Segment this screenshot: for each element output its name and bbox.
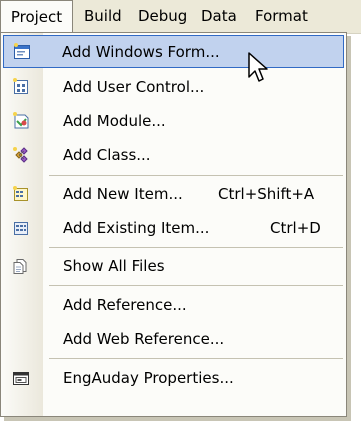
menu-item-label: Add Reference... bbox=[63, 296, 187, 314]
menu-item-show-all-files[interactable]: Show All Files bbox=[3, 250, 344, 283]
menu-item-add-windows-form[interactable]: Add Windows Form... bbox=[3, 35, 344, 68]
menu-item-add-web-reference[interactable]: Add Web Reference... bbox=[3, 323, 344, 356]
menu-item-add-existing-item[interactable]: Add Existing Item... Ctrl+D bbox=[3, 212, 344, 245]
module-icon bbox=[12, 112, 30, 130]
menu-item-add-reference[interactable]: Add Reference... bbox=[3, 289, 344, 322]
menu-build[interactable]: Build bbox=[84, 0, 122, 33]
menu-separator bbox=[49, 358, 343, 359]
menu-separator bbox=[49, 247, 343, 248]
menu-item-add-module[interactable]: Add Module... bbox=[3, 105, 344, 138]
menu-item-label: Add Class... bbox=[63, 146, 151, 164]
windows-form-icon bbox=[13, 43, 31, 61]
menu-item-add-new-item[interactable]: Add New Item... Ctrl+Shift+A bbox=[3, 178, 344, 211]
user-control-icon bbox=[12, 78, 30, 96]
menu-item-add-user-control[interactable]: Add User Control... bbox=[3, 71, 344, 104]
menu-separator bbox=[49, 285, 343, 286]
menu-item-label: EngAuday Properties... bbox=[63, 369, 234, 387]
menu-separator bbox=[49, 175, 343, 176]
menu-data[interactable]: Data bbox=[201, 0, 237, 33]
mouse-cursor-icon bbox=[247, 51, 273, 85]
existing-item-icon bbox=[12, 219, 30, 237]
new-item-icon bbox=[12, 185, 30, 203]
menu-item-add-class[interactable]: Add Class... bbox=[3, 139, 344, 172]
menu-format[interactable]: Format bbox=[255, 0, 308, 33]
menu-item-label: Add Module... bbox=[63, 112, 166, 130]
menu-bar: Project Build Debug Data Format bbox=[0, 0, 361, 34]
menu-item-label: Add Web Reference... bbox=[63, 330, 225, 348]
menu-debug[interactable]: Debug bbox=[138, 0, 187, 33]
menu-item-label: Add Existing Item... bbox=[63, 219, 210, 237]
menu-item-label: Show All Files bbox=[63, 257, 165, 275]
menu-item-shortcut: Ctrl+Shift+A bbox=[218, 185, 315, 203]
show-all-files-icon bbox=[12, 257, 30, 275]
menu-item-properties[interactable]: EngAuday Properties... bbox=[3, 362, 344, 395]
menu-project[interactable]: Project bbox=[0, 0, 73, 33]
menu-item-shortcut: Ctrl+D bbox=[270, 219, 321, 237]
project-menu-dropdown: Add Windows Form... Add User Control... bbox=[0, 32, 347, 417]
properties-icon bbox=[12, 369, 30, 387]
menu-item-label: Add User Control... bbox=[63, 78, 205, 96]
class-icon bbox=[12, 146, 30, 164]
menu-item-label: Add New Item... bbox=[63, 185, 183, 203]
menu-item-label: Add Windows Form... bbox=[62, 43, 220, 61]
